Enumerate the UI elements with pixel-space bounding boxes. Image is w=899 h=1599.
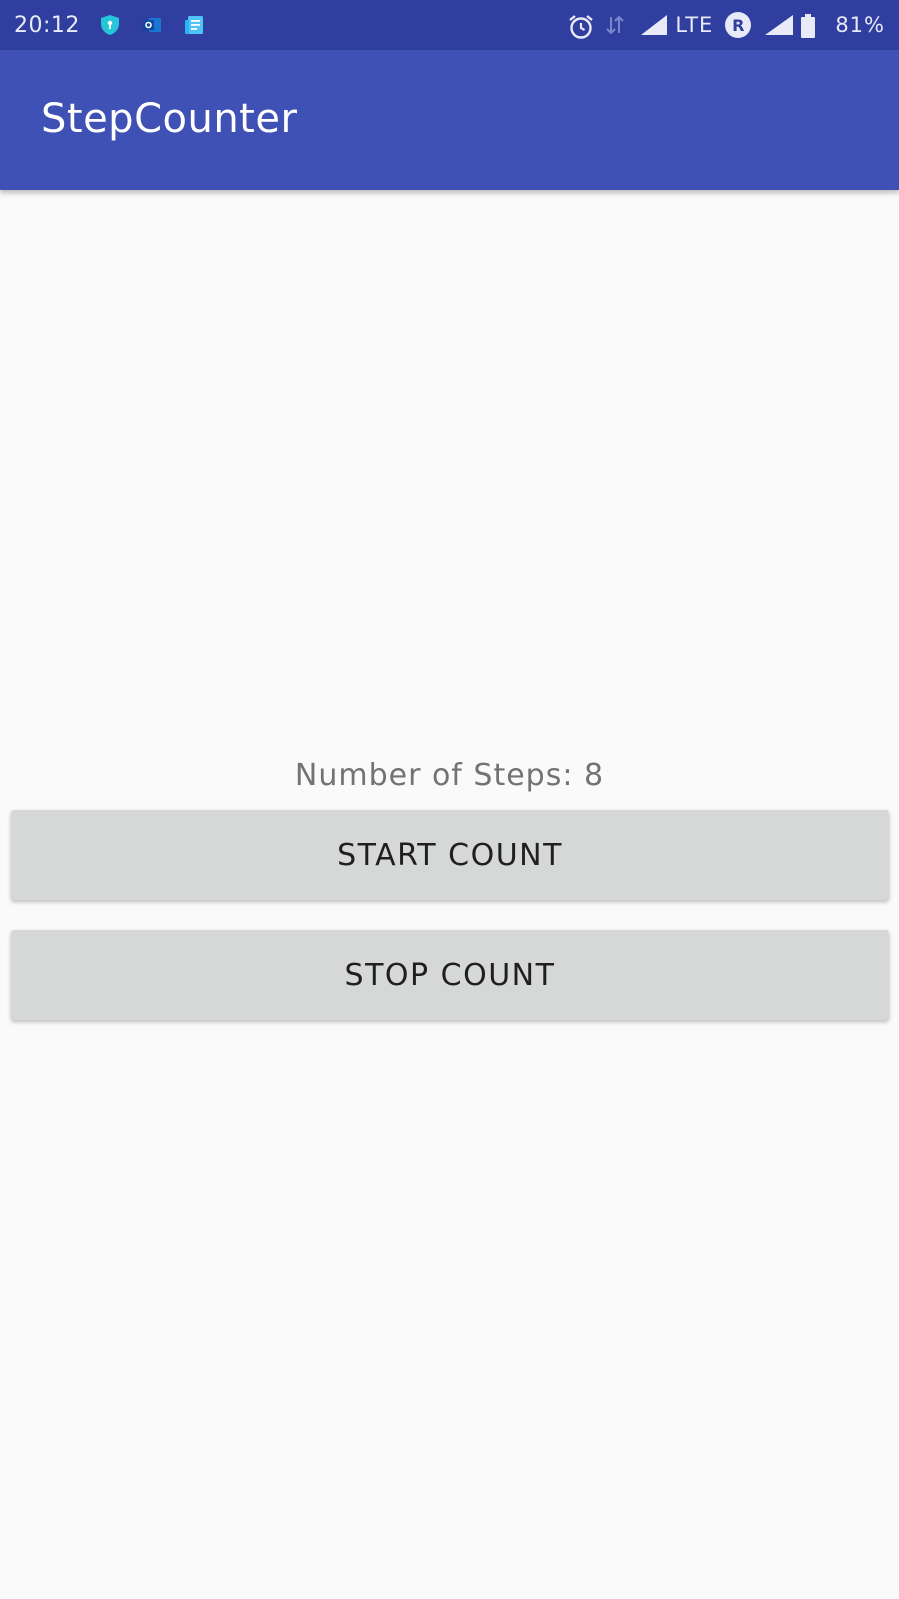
roaming-label: R (732, 15, 745, 35)
app-title: StepCounter (41, 96, 298, 142)
alarm-icon (567, 13, 594, 39)
outlook-icon (140, 13, 164, 37)
data-transfer-icon (603, 13, 627, 37)
status-right: LTE R 81% (567, 12, 885, 39)
network-type: LTE (675, 13, 714, 37)
start-count-button[interactable]: START COUNT (11, 810, 889, 900)
signal-icon (639, 13, 668, 37)
battery-icon (799, 13, 823, 38)
steps-count-label: Number of Steps: 8 (294, 758, 605, 793)
shield-icon (98, 13, 122, 37)
signal-icon (763, 13, 794, 37)
roaming-icon: R (725, 12, 752, 38)
news-icon (182, 13, 206, 37)
status-left: 20:12 (14, 13, 206, 38)
status-bar: 20:12 LTE R 81% (0, 0, 899, 50)
stop-count-button[interactable]: STOP COUNT (11, 930, 889, 1020)
main-content: Number of Steps: 8 START COUNT STOP COUN… (0, 190, 899, 1599)
battery-level: 81% (835, 13, 885, 37)
app-bar: StepCounter (0, 50, 899, 190)
status-time: 20:12 (14, 12, 80, 38)
